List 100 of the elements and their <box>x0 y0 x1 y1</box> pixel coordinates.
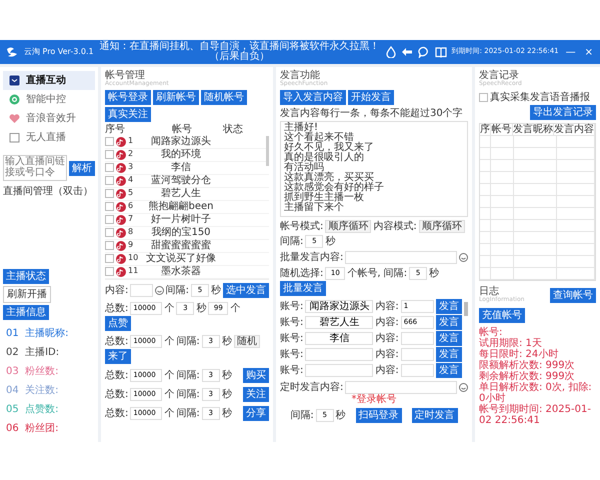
field-label: 间隔: <box>176 388 200 400</box>
account-button[interactable]: 刷新帐号 <box>153 90 199 105</box>
account-field[interactable]: 闻路家边源头 <box>305 300 374 313</box>
send-button[interactable]: 发言 <box>436 298 462 314</box>
field-label: 定时发言内容: <box>280 382 344 393</box>
sidebar-item[interactable]: 智能中控 <box>3 90 95 109</box>
streamer-info-line: 02 主播ID: <box>6 347 60 358</box>
account-button[interactable]: 随机帐号 <box>201 90 247 105</box>
content-field[interactable] <box>400 348 434 361</box>
account-button[interactable]: 真实关注 <box>105 106 151 122</box>
unit-label: 秒 <box>325 236 336 247</box>
checkbox[interactable] <box>479 92 488 102</box>
account-field[interactable]: 李信 <box>305 332 374 345</box>
room-button[interactable]: 主播信息 <box>3 305 49 320</box>
account-field[interactable] <box>305 364 374 377</box>
sidebar-item[interactable]: 无人直播 <box>3 128 95 147</box>
room-button[interactable]: 刷新开播 <box>3 286 51 303</box>
parse-button[interactable]: 解析 <box>69 160 95 176</box>
note-text: 发言内容每行一条，每条不能超过30个字 <box>280 108 464 119</box>
send-button[interactable]: 发言 <box>436 346 462 362</box>
account-field[interactable]: 碧艺人生 <box>305 316 374 329</box>
app-title: 云淘 Pro Ver-3.0.1 <box>24 48 94 56</box>
row-checkbox[interactable] <box>105 228 114 238</box>
log-line: 单日解析次数: 0次, 扣除: 0小时 <box>479 382 593 404</box>
timed-field[interactable] <box>345 380 457 394</box>
mode-dropdown[interactable]: 顺序循环 <box>418 220 465 233</box>
room-button[interactable]: 主播状态 <box>3 269 49 284</box>
field-label: 内容模式: <box>373 220 417 232</box>
row-checkbox[interactable] <box>105 254 114 264</box>
row-checkbox[interactable] <box>105 150 114 160</box>
row-checkbox[interactable] <box>105 241 114 250</box>
emoji-icon[interactable] <box>154 286 164 295</box>
table-cell-text: 墨水茶器 <box>160 266 202 278</box>
unit-label: 秒 <box>222 388 232 400</box>
action-button[interactable]: 分享 <box>243 406 269 421</box>
avatar-icon <box>116 202 126 212</box>
row-checkbox[interactable] <box>105 176 114 186</box>
export-button[interactable]: 导出发言记录 <box>530 104 596 120</box>
action-button[interactable]: 点赞 <box>105 316 131 331</box>
send-button[interactable]: 发言 <box>436 362 462 378</box>
send-button[interactable]: 发言 <box>436 314 462 330</box>
avatar-icon <box>116 162 126 173</box>
close-button[interactable]: × <box>582 46 595 58</box>
row-checkbox[interactable] <box>105 189 114 198</box>
account-button[interactable]: 帐号登录 <box>105 90 151 105</box>
speech-button[interactable]: 开始发言 <box>348 90 394 105</box>
minimize-button[interactable]: — <box>564 46 578 58</box>
row-checkbox[interactable] <box>105 267 114 276</box>
action-button[interactable]: 关注 <box>243 386 269 402</box>
streamer-info-line: 03 粉丝数: <box>6 366 60 377</box>
table-cell-text: 10 <box>128 254 140 263</box>
scrollbar[interactable] <box>464 302 468 316</box>
column-header: 发言昵称 <box>512 124 554 135</box>
table-cell-text: 甜蜜蜜蜜蜜蜜 <box>150 240 212 252</box>
sidebar-item[interactable]: 音浪音效升 <box>3 109 95 128</box>
log-button[interactable]: 查询帐号 <box>550 288 596 303</box>
batch-field[interactable] <box>345 250 457 264</box>
content-field[interactable] <box>130 284 153 297</box>
mode-dropdown[interactable]: 顺序循环 <box>325 220 372 233</box>
table-cell-text: 8 <box>128 228 134 237</box>
streamer-info-line: 06 粉丝团: <box>6 423 60 434</box>
row-checkbox[interactable] <box>105 202 114 212</box>
row-checkbox[interactable] <box>105 137 114 146</box>
arrow-icon[interactable] <box>400 47 413 57</box>
room-label: 直播间管理（双击） <box>3 186 94 197</box>
speech-button[interactable]: 定时发言 <box>412 408 458 423</box>
link-field[interactable]: 输入直播间链接或号口令 <box>3 155 67 181</box>
scrollbar[interactable] <box>266 136 269 166</box>
field-label: 内容: <box>375 300 399 312</box>
panel-title: 日志 <box>479 286 499 297</box>
send-button[interactable]: 选中发言 <box>223 282 269 298</box>
batch-send-button[interactable]: 批量发言 <box>280 280 326 296</box>
warning-text: *登录帐号 <box>350 394 398 405</box>
send-button[interactable]: 发言 <box>436 330 462 346</box>
sidebar-item[interactable]: 直播互动 <box>3 71 95 90</box>
table-cell-text: 蓝河驾驶分仓 <box>150 175 212 186</box>
column-header: 序 <box>480 124 491 135</box>
target-icon <box>9 94 20 105</box>
account-field[interactable] <box>305 348 374 361</box>
action-button[interactable]: 购买 <box>243 368 269 383</box>
book-icon[interactable] <box>434 46 447 58</box>
mode-dropdown[interactable]: 随机 <box>234 334 260 348</box>
panel-title: 发言功能 <box>280 70 320 81</box>
content-field[interactable] <box>400 364 434 377</box>
row-checkbox[interactable] <box>105 215 114 224</box>
emoji-icon[interactable] <box>459 252 468 262</box>
table-cell-text: 文文说买了好像 <box>145 253 217 264</box>
avatar-icon <box>116 214 126 225</box>
panel-title: 发言记录 <box>479 70 519 81</box>
speech-button[interactable]: 扫码登录 <box>356 408 402 423</box>
table-cell-text: 5 <box>128 189 134 198</box>
content-field[interactable] <box>400 332 434 345</box>
avatar-icon <box>116 240 126 251</box>
field-label: 账号: <box>280 332 304 344</box>
action-button[interactable]: 来了 <box>105 348 131 364</box>
row-checkbox[interactable] <box>105 163 114 172</box>
speech-button[interactable]: 导入发言内容 <box>280 90 346 105</box>
log-button[interactable]: 充值帐号 <box>479 308 525 324</box>
drop-icon[interactable] <box>386 46 396 58</box>
emoji-icon[interactable] <box>459 382 468 392</box>
